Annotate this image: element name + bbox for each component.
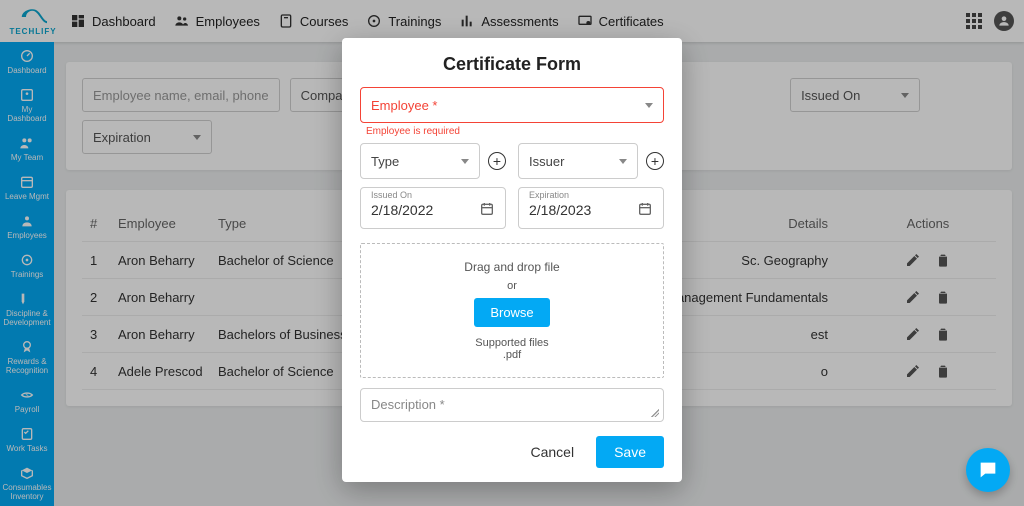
select-label: Issuer: [529, 154, 564, 169]
employee-select[interactable]: Employee *: [360, 87, 664, 123]
button-label: Browse: [490, 305, 533, 320]
supported-types: .pdf: [369, 349, 655, 361]
expiration-input[interactable]: Expiration 2/18/2023: [518, 187, 664, 229]
supported-label: Supported files: [369, 337, 655, 349]
field-label: Expiration: [529, 190, 569, 200]
calendar-icon[interactable]: [479, 201, 495, 220]
browse-button[interactable]: Browse: [474, 298, 549, 327]
chat-icon: [977, 459, 999, 481]
file-dropzone[interactable]: Drag and drop file or Browse Supported f…: [360, 243, 664, 378]
button-label: Cancel: [530, 444, 574, 460]
modal-title: Certificate Form: [360, 54, 664, 75]
button-label: Save: [614, 444, 646, 460]
chevron-down-icon: [645, 103, 653, 108]
chevron-down-icon: [461, 159, 469, 164]
employee-error-text: Employee is required: [366, 126, 664, 137]
date-value: 2/18/2022: [371, 202, 433, 218]
date-value: 2/18/2023: [529, 202, 591, 218]
chevron-down-icon: [619, 159, 627, 164]
description-textarea[interactable]: Description *: [360, 388, 664, 422]
dropzone-text: Drag and drop file: [369, 260, 655, 274]
add-issuer-button[interactable]: +: [646, 152, 664, 170]
calendar-icon[interactable]: [637, 201, 653, 220]
issuer-select[interactable]: Issuer: [518, 143, 638, 179]
select-label: Type: [371, 154, 399, 169]
add-type-button[interactable]: +: [488, 152, 506, 170]
certificate-form-modal: Certificate Form Employee * Employee is …: [342, 38, 682, 482]
save-button[interactable]: Save: [596, 436, 664, 468]
type-select[interactable]: Type: [360, 143, 480, 179]
select-label: Employee *: [371, 98, 437, 113]
chat-fab[interactable]: [966, 448, 1010, 492]
issued-on-input[interactable]: Issued On 2/18/2022: [360, 187, 506, 229]
placeholder-text: Description *: [371, 397, 445, 412]
field-label: Issued On: [371, 190, 412, 200]
cancel-button[interactable]: Cancel: [516, 436, 588, 468]
dropzone-or: or: [369, 280, 655, 292]
